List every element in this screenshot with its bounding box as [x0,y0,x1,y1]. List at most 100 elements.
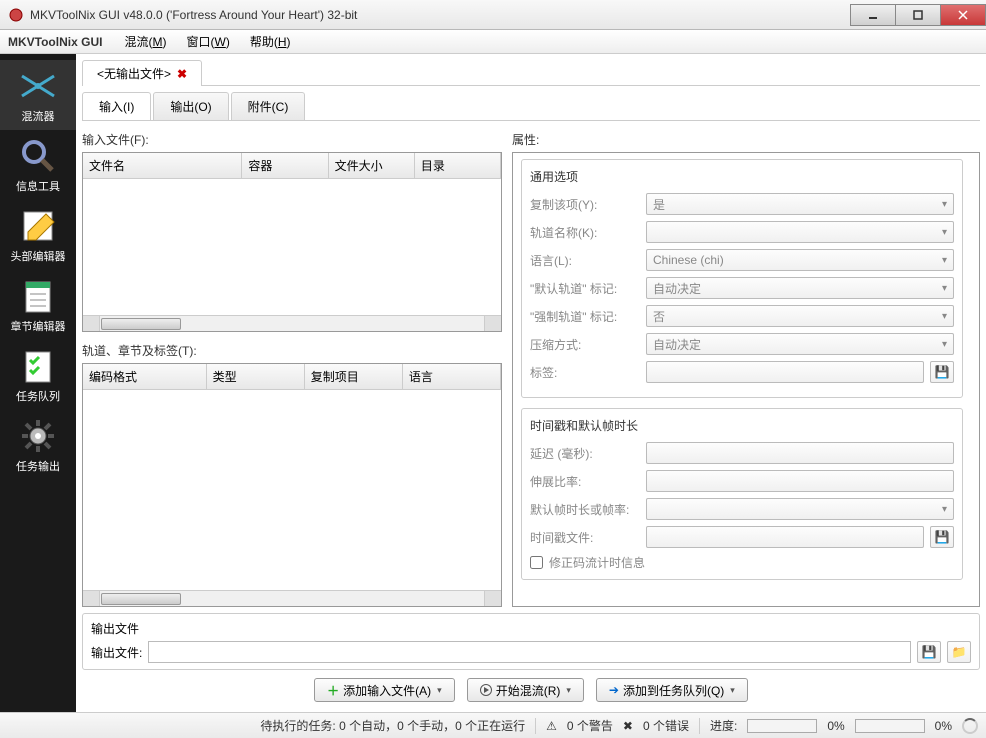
fixbs-checkbox[interactable] [530,556,543,569]
delay-input[interactable] [646,442,954,464]
sidebar-item-label: 章节编辑器 [11,318,66,334]
trackname-combo[interactable] [646,221,954,243]
tsfile-label: 时间戳文件: [530,529,640,546]
sidebar-item-label: 任务输出 [16,458,60,474]
copy-label: 复制该项(Y): [530,196,640,213]
sidebar-item-label: 混流器 [22,108,55,124]
trackname-label: 轨道名称(K): [530,224,640,241]
progress-2-value: 0% [935,719,952,733]
save-icon: 💾 [922,645,937,659]
errors-label: 0 个错误 [643,717,689,734]
language-combo[interactable]: Chinese (chi) [646,249,954,271]
tsfile-input[interactable] [646,526,924,548]
add-to-queue-button[interactable]: ➔添加到任务队列(Q) [596,678,748,702]
tracks-list[interactable]: 编码格式 类型 复制项目 语言 [82,363,502,607]
window-title: MKVToolNix GUI v48.0.0 ('Fortress Around… [30,8,357,22]
tab-input[interactable]: 输入(I) [82,92,151,120]
close-button[interactable] [940,4,986,26]
compression-label: 压缩方式: [530,336,640,353]
col-copy[interactable]: 复制项目 [305,364,403,389]
general-options-group: 通用选项 复制该项(Y): 是 轨道名称(K): 语言(L): Chinese (c… [521,159,963,398]
tags-label: 标签: [530,364,640,381]
menu-window[interactable]: 窗口(W) [176,29,239,54]
stretch-label: 伸展比率: [530,473,640,490]
duration-label: 默认帧时长或帧率: [530,501,640,518]
default-flag-label: "默认轨道" 标记: [530,280,640,297]
titlebar: MKVToolNix GUI v48.0.0 ('Fortress Around… [0,0,986,30]
timing-title: 时间戳和默认帧时长 [530,417,954,434]
progress-bar-1 [747,719,817,733]
compression-combo[interactable]: 自动决定 [646,333,954,355]
default-flag-combo[interactable]: 自动决定 [646,277,954,299]
tab-output[interactable]: 输出(O) [153,92,228,120]
plus-icon: ＋ [327,682,339,699]
fixbs-label: 修正码流计时信息 [549,554,645,571]
folder-icon: 💾 [935,365,950,379]
stretch-input[interactable] [646,470,954,492]
sidebar-item-chapters[interactable]: 章节编辑器 [0,270,76,340]
spinner-icon [962,718,978,734]
checklist-icon [18,346,58,386]
start-mux-button[interactable]: 开始混流(R) [467,678,584,702]
forced-flag-combo[interactable]: 否 [646,305,954,327]
tab-attachments[interactable]: 附件(C) [231,92,306,120]
col-container[interactable]: 容器 [242,153,328,178]
output-file-section: 输出文件 输出文件: 💾 📁 [82,613,980,670]
maximize-button[interactable] [895,4,941,26]
col-size[interactable]: 文件大小 [329,153,415,178]
close-icon[interactable]: ✖ [177,67,187,81]
col-type[interactable]: 类型 [207,364,305,389]
notepad-icon [18,276,58,316]
sidebar-item-header[interactable]: 头部编辑器 [0,200,76,270]
play-icon [480,684,492,696]
progress-bar-2 [855,719,925,733]
copy-combo[interactable]: 是 [646,193,954,215]
magnifier-icon [18,136,58,176]
browse-output-button[interactable]: 💾 [917,641,941,663]
sidebar-item-label: 信息工具 [16,178,60,194]
h-scrollbar[interactable] [83,315,501,331]
col-dir[interactable]: 目录 [415,153,501,178]
progress-1-value: 0% [827,719,844,733]
input-files-list[interactable]: 文件名 容器 文件大小 目录 [82,152,502,332]
language-label: 语言(L): [530,252,640,269]
sidebar-item-info[interactable]: 信息工具 [0,130,76,200]
col-lang[interactable]: 语言 [403,364,501,389]
col-filename[interactable]: 文件名 [83,153,242,178]
add-input-button[interactable]: ＋添加输入文件(A) [314,678,455,702]
warning-icon: ⚠ [546,719,557,733]
sidebar-item-label: 头部编辑器 [11,248,66,264]
star-icon: 📁 [952,645,967,659]
recent-output-button[interactable]: 📁 [947,641,971,663]
error-icon: ✖ [623,719,633,733]
pending-jobs-label: 待执行的任务: 0 个自动，0 个手动，0 个正在运行 [260,717,525,734]
browse-tsfile-button[interactable]: 💾 [930,526,954,548]
app-icon [8,7,24,23]
gear-icon [18,416,58,456]
warnings-label: 0 个警告 [567,717,613,734]
document-tab-label: <无输出文件> [97,65,171,82]
document-tab[interactable]: <无输出文件> ✖ [82,60,202,86]
menubar: MKVToolNix GUI 混流(M) 窗口(W) 帮助(H) [0,30,986,54]
duration-combo[interactable] [646,498,954,520]
arrow-right-icon: ➔ [609,683,619,697]
mux-icon [18,66,58,106]
general-title: 通用选项 [530,168,954,185]
minimize-button[interactable] [850,4,896,26]
sidebar-item-mux[interactable]: 混流器 [0,60,76,130]
forced-flag-label: "强制轨道" 标记: [530,308,640,325]
browse-tags-button[interactable]: 💾 [930,361,954,383]
sidebar-item-output[interactable]: 任务输出 [0,410,76,480]
h-scrollbar[interactable] [83,590,501,606]
sidebar-item-label: 任务队列 [16,388,60,404]
sidebar-item-queue[interactable]: 任务队列 [0,340,76,410]
output-file-input[interactable] [148,641,911,663]
col-codec[interactable]: 编码格式 [83,364,207,389]
menu-help[interactable]: 帮助(H) [240,29,301,54]
folder-icon: 💾 [935,530,950,544]
menu-mux[interactable]: 混流(M) [114,29,176,54]
tags-input[interactable] [646,361,924,383]
output-label: 输出文件: [91,644,142,661]
progress-label: 进度: [710,717,737,734]
properties-panel: 通用选项 复制该项(Y): 是 轨道名称(K): 语言(L): Chinese (c… [512,152,980,607]
